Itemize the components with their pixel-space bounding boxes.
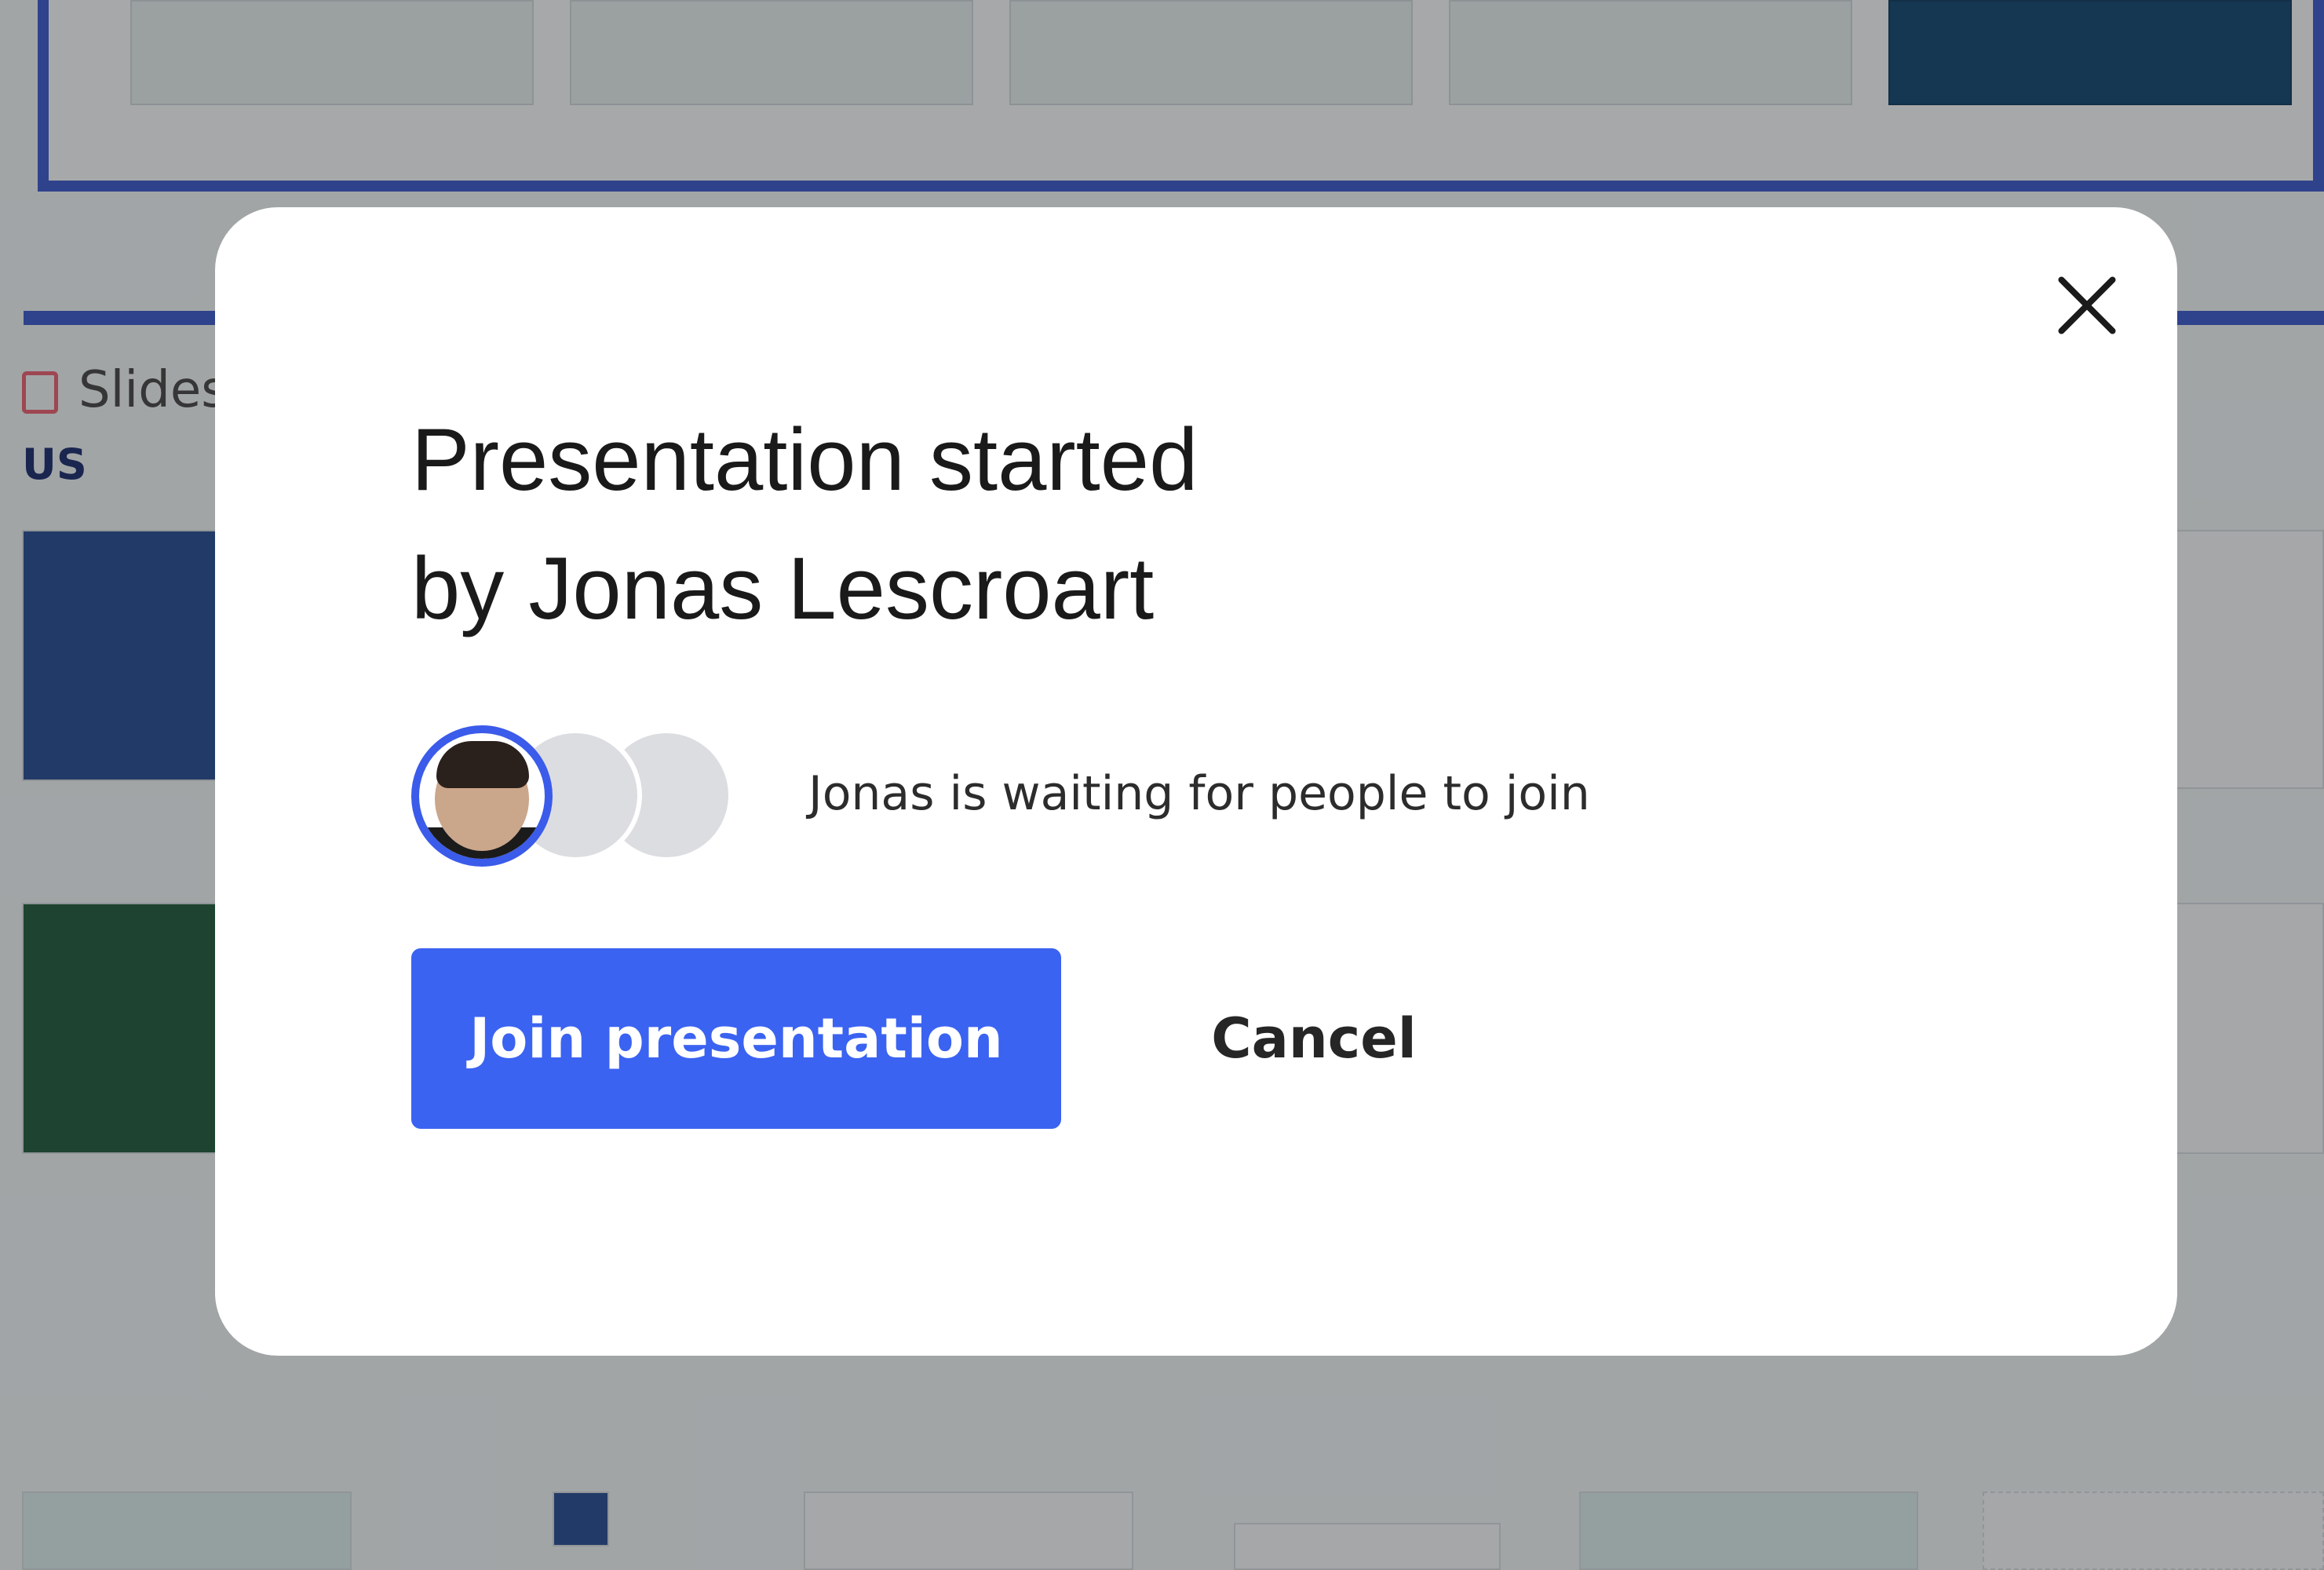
participant-avatars	[411, 725, 757, 867]
presentation-started-dialog: Presentation started by Jonas Lescroart …	[215, 207, 2177, 1356]
avatar	[411, 725, 553, 867]
dialog-title: Presentation started by Jonas Lescroart	[411, 411, 1198, 637]
close-icon[interactable]	[2044, 262, 2130, 349]
join-presentation-button[interactable]: Join presentation	[411, 948, 1061, 1129]
cancel-button[interactable]: Cancel	[1173, 948, 1455, 1129]
waiting-status: Jonas is waiting for people to join	[808, 766, 1590, 821]
